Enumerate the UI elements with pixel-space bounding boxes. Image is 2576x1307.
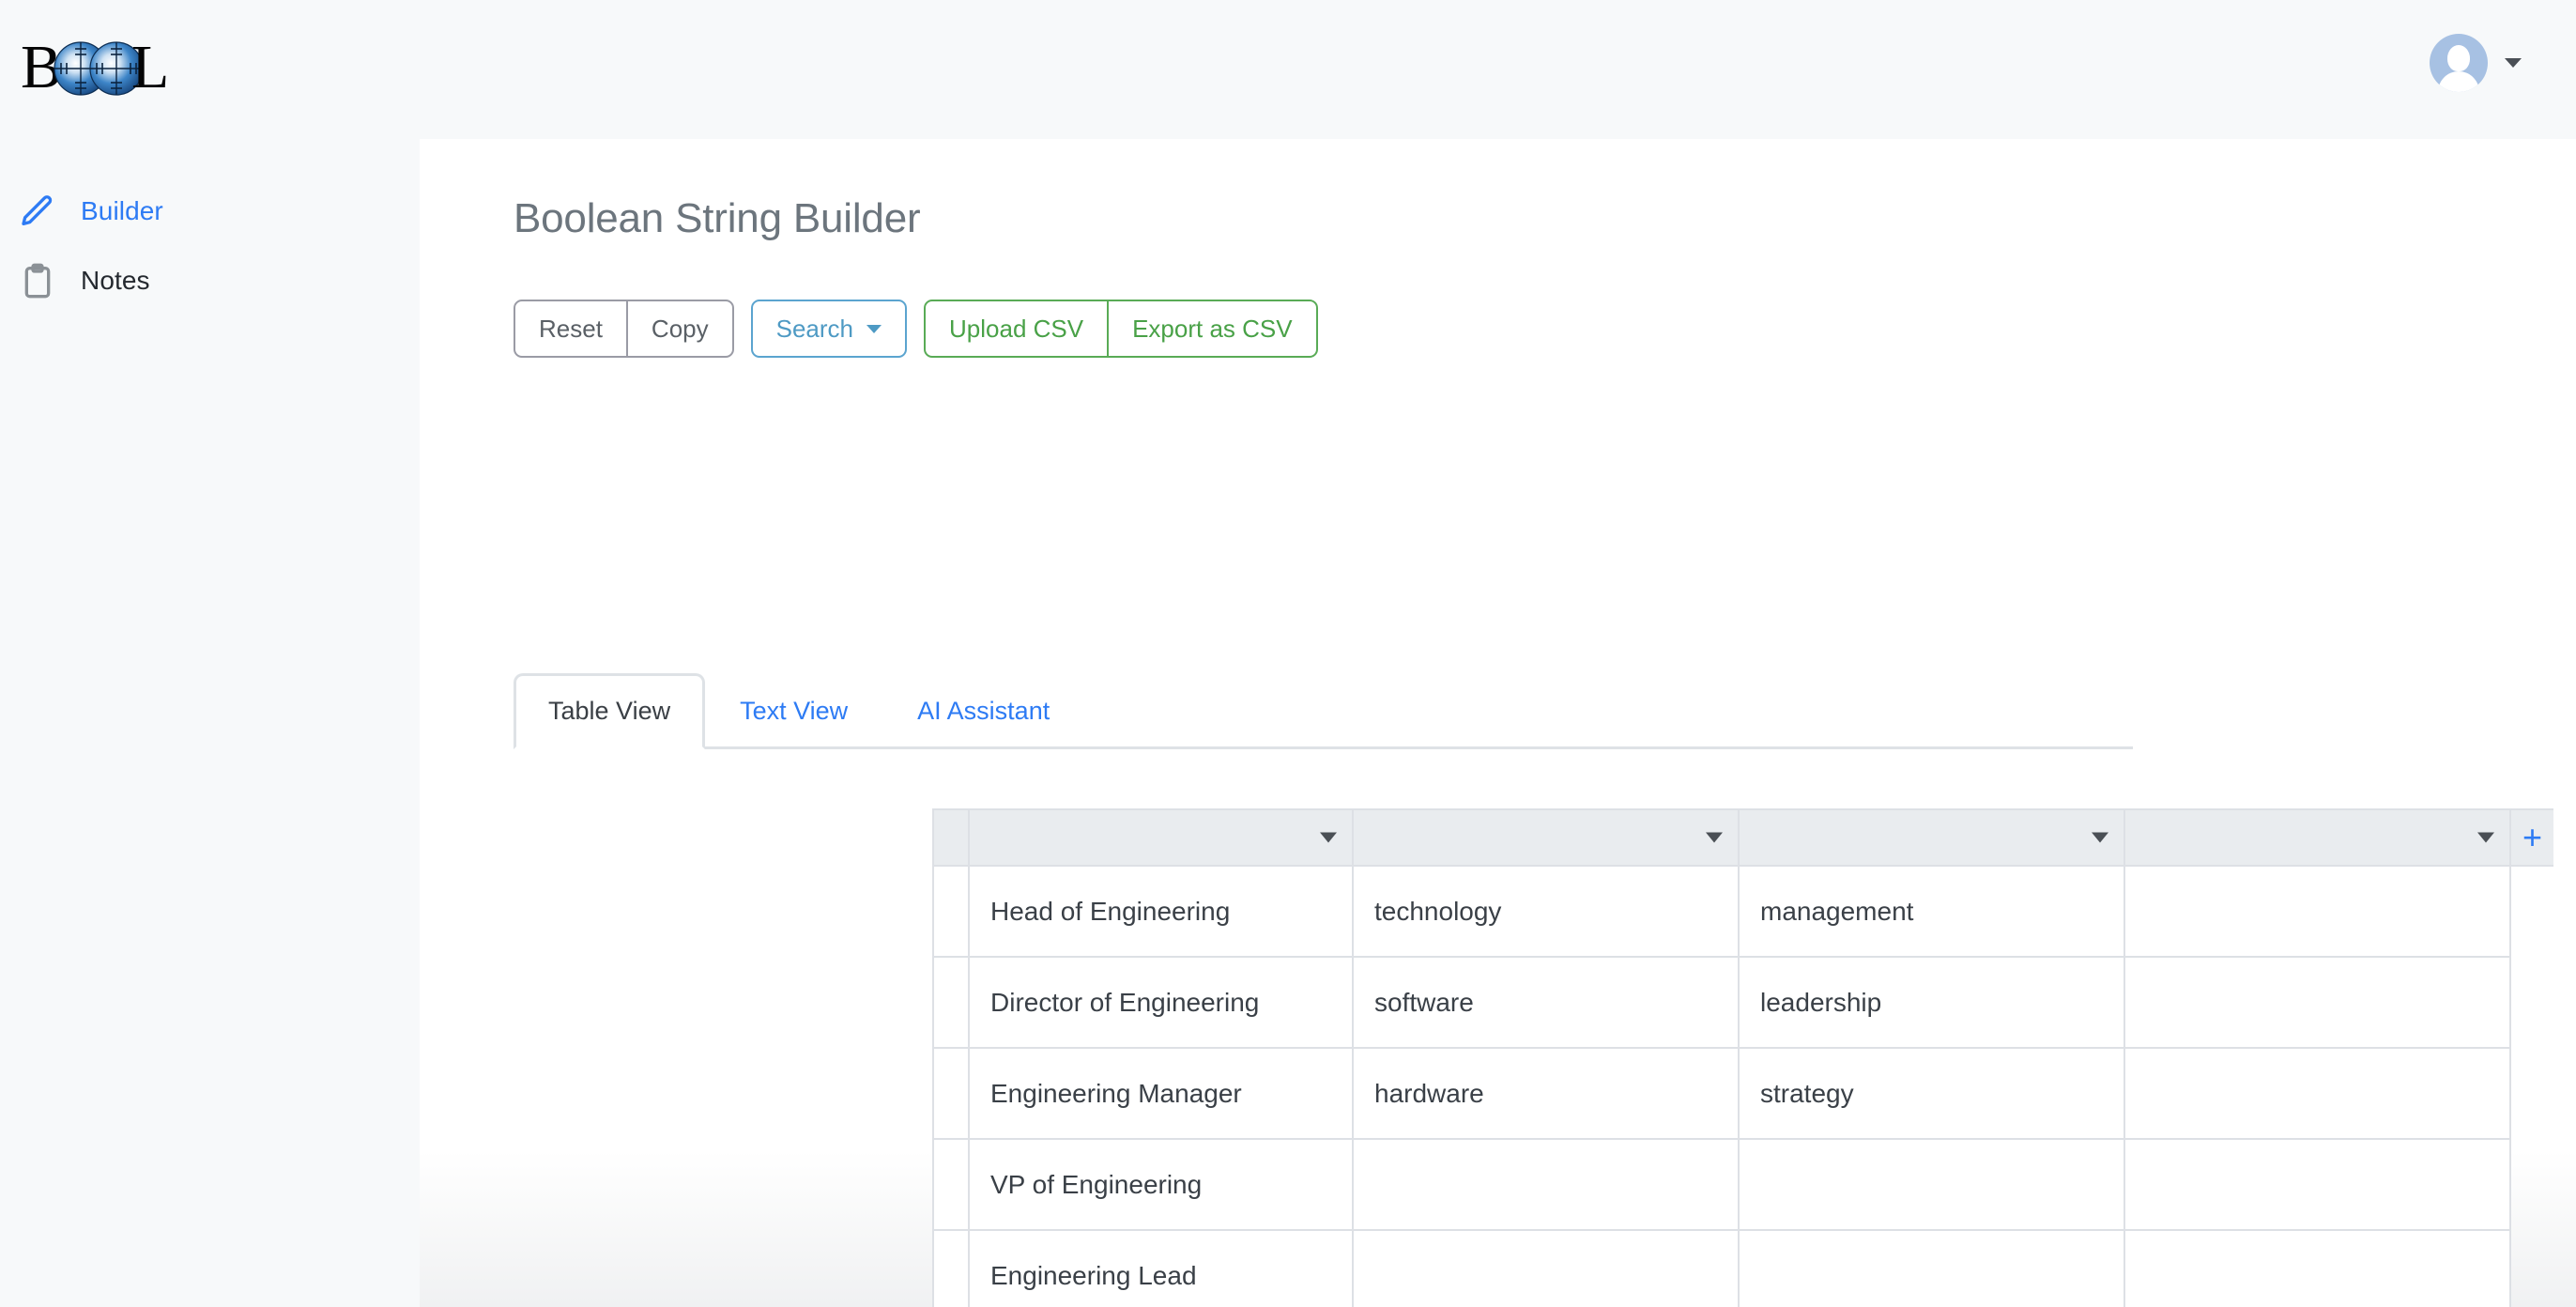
cell[interactable]: management [1740,867,2125,958]
pencil-icon [19,192,56,230]
data-grid-container: + Head of Engineering technology managem… [932,808,2553,1307]
user-menu[interactable] [2430,34,2522,92]
cell[interactable] [1354,1140,1740,1231]
cell[interactable]: leadership [1740,958,2125,1049]
search-dropdown-button[interactable]: Search [750,300,908,358]
bool-logo-icon: B L [21,35,169,101]
column-header-1[interactable] [970,808,1354,867]
cell[interactable]: strategy [1740,1049,2125,1140]
table-row: Head of Engineering technology managemen… [932,867,2553,958]
cell[interactable]: software [1354,958,1740,1049]
cell[interactable]: Head of Engineering [970,867,1354,958]
copy-button[interactable]: Copy [625,300,734,358]
row-handle[interactable] [932,1231,970,1307]
sidebar-item-builder[interactable]: Builder [0,177,420,246]
cell[interactable]: hardware [1354,1049,1740,1140]
chevron-down-icon[interactable] [2505,58,2522,68]
tab-ai-assistant[interactable]: AI Assistant [882,673,1084,749]
cell[interactable]: Engineering Lead [970,1231,1354,1307]
clipboard-icon [19,262,56,300]
table-row: VP of Engineering [932,1140,2553,1231]
row-handle[interactable] [932,1140,970,1231]
cell[interactable] [1354,1231,1740,1307]
toolbar-group-csv: Upload CSV Export as CSV [924,300,1318,358]
column-header-4[interactable] [2125,808,2511,867]
grid-header-row: + [932,808,2553,867]
caret-down-icon[interactable] [1320,832,1337,843]
reset-button[interactable]: Reset [514,300,628,358]
table-row: Engineering Lead [932,1231,2553,1307]
sidebar-item-label: Notes [81,266,150,295]
caret-down-icon[interactable] [2477,832,2494,843]
grid-body: Head of Engineering technology managemen… [932,867,2553,1307]
sidebar-item-notes[interactable]: Notes [0,246,420,315]
toolbar: Reset Copy Search Upload CSV Export as C… [514,300,1318,358]
cell[interactable]: Engineering Manager [970,1049,1354,1140]
view-tabs: Table View Text View AI Assistant [514,672,2133,749]
tab-text-view[interactable]: Text View [705,673,882,749]
page-title: Boolean String Builder [514,195,921,241]
main-content: Boolean String Builder Reset Copy Search… [420,139,2576,1307]
avatar[interactable] [2430,34,2488,92]
cell[interactable]: Director of Engineering [970,958,1354,1049]
cell[interactable] [1740,1140,2125,1231]
toolbar-group-edit: Reset Copy [514,300,734,358]
tab-table-view[interactable]: Table View [514,673,706,749]
cell[interactable]: VP of Engineering [970,1140,1354,1231]
cell[interactable] [2125,867,2511,958]
cell[interactable] [1740,1231,2125,1307]
table-row: Director of Engineering software leaders… [932,958,2553,1049]
grid-header: + [932,808,2553,867]
avatar-body [2438,71,2479,92]
row-handle[interactable] [932,1049,970,1140]
svg-text:L: L [131,35,169,101]
toolbar-group-search: Search [750,300,908,358]
cell[interactable]: technology [1354,867,1740,958]
caret-down-icon[interactable] [1706,832,1723,843]
row-handle[interactable] [932,867,970,958]
upload-csv-button[interactable]: Upload CSV [924,300,1110,358]
caret-down-icon[interactable] [2092,832,2108,843]
avatar-head [2447,45,2470,71]
app-root: B L Builder Notes Boolean String Builder… [0,0,2576,1307]
sidebar: Builder Notes [0,139,420,1307]
row-handle-header[interactable] [932,808,970,867]
add-column-button[interactable]: + [2511,808,2553,867]
cell[interactable] [2125,1049,2511,1140]
cell[interactable] [2125,1140,2511,1231]
row-handle[interactable] [932,958,970,1049]
top-header-bar: B L [0,0,2576,139]
data-grid: + Head of Engineering technology managem… [932,808,2553,1307]
table-row: Engineering Manager hardware strategy [932,1049,2553,1140]
cell[interactable] [2125,1231,2511,1307]
search-button-label: Search [775,315,854,343]
app-logo[interactable]: B L [19,19,253,117]
sidebar-item-label: Builder [81,196,163,225]
cell[interactable] [2125,958,2511,1049]
caret-down-icon [866,324,882,333]
export-csv-button[interactable]: Export as CSV [1107,300,1318,358]
column-header-3[interactable] [1740,808,2125,867]
column-header-2[interactable] [1354,808,1740,867]
